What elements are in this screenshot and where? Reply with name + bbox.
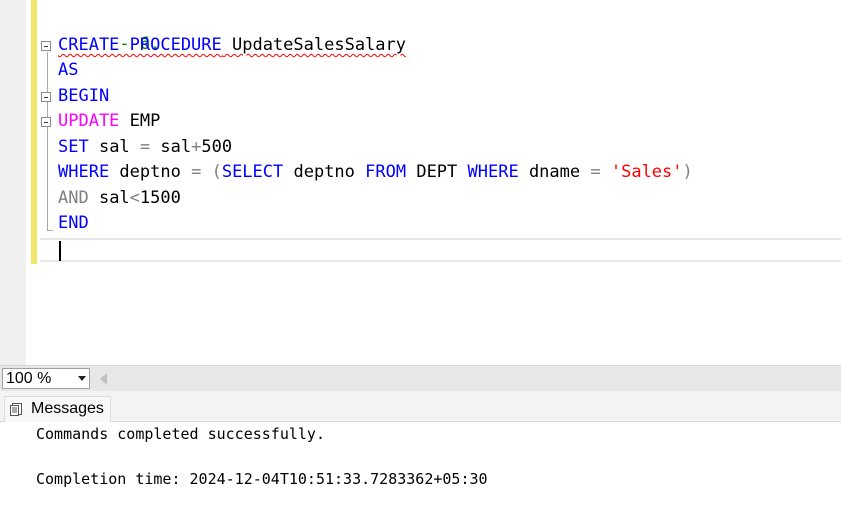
code-line-3[interactable]: AS <box>58 58 78 83</box>
code-text: 500 <box>201 137 233 157</box>
keyword-begin: BEGIN <box>58 86 110 106</box>
code-text: sal <box>88 137 140 157</box>
code-line-8[interactable]: AND sal<1500 <box>58 186 181 211</box>
code-line-7[interactable]: WHERE deptno = (SELECT deptno FROM DEPT … <box>58 160 693 185</box>
code-text: dname <box>518 162 591 182</box>
change-tracking-margin <box>31 0 37 264</box>
messages-icon <box>10 403 22 416</box>
code-line-9[interactable]: END <box>58 211 89 236</box>
table-name: EMP <box>119 111 161 131</box>
code-line-4[interactable]: BEGIN <box>58 84 109 109</box>
code-text: deptno <box>109 162 192 182</box>
code-line-6[interactable]: SET sal = sal+500 <box>58 135 232 160</box>
operator: = <box>590 162 601 182</box>
result-message: Commands completed successfully. <box>36 425 325 443</box>
tab-messages-label: Messages <box>31 400 104 417</box>
keyword-create-procedure: CREATE PROCEDURE <box>58 35 222 55</box>
code-text: sal <box>150 137 192 157</box>
results-pane: Messages Commands completed successfully… <box>0 391 841 525</box>
keyword-end: END <box>58 213 89 233</box>
scroll-left-arrow-icon[interactable] <box>100 373 107 385</box>
collapse-procedure-icon[interactable] <box>41 41 51 51</box>
keyword-select: SELECT <box>221 162 284 182</box>
code-text: sal <box>88 188 130 208</box>
procedure-name: UpdateSalesSalary <box>221 35 406 55</box>
code-line-2[interactable]: CREATE PROCEDURE UpdateSalesSalary <box>58 33 406 58</box>
outline-end-tick <box>47 230 53 231</box>
completion-time: Completion time: 2024-12-04T10:51:33.728… <box>36 470 488 488</box>
zoom-dropdown[interactable]: 100 % <box>2 368 90 389</box>
keyword-where: WHERE <box>58 162 110 182</box>
operator: < <box>129 188 140 208</box>
collapse-update-icon[interactable] <box>41 117 51 127</box>
ssms-window: --6. CREATE PROCEDURE UpdateSalesSalary … <box>0 0 841 525</box>
code-text: DEPT <box>406 162 468 182</box>
zoom-value: 100 % <box>6 370 52 387</box>
open-paren: ( <box>211 162 222 182</box>
code-line-5[interactable]: UPDATE EMP <box>58 109 160 134</box>
code-text: 1500 <box>139 188 181 208</box>
code-line-1[interactable]: --6. <box>58 7 160 54</box>
keyword-as: AS <box>58 60 79 80</box>
code-text: deptno <box>283 162 366 182</box>
string-literal: 'Sales' <box>610 162 683 182</box>
operator: + <box>191 137 202 157</box>
error-squiggle: CREATE PROCEDURE UpdateSalesSalary <box>58 35 406 55</box>
collapse-begin-icon[interactable] <box>41 92 51 102</box>
keyword-and: AND <box>58 188 89 208</box>
keyword-set: SET <box>58 137 89 157</box>
chevron-down-icon[interactable] <box>78 376 86 381</box>
operator: = <box>191 162 202 182</box>
outline-line <box>47 52 48 230</box>
keyword-where: WHERE <box>467 162 519 182</box>
zoom-bar: 100 % <box>0 365 841 391</box>
keyword-update: UPDATE <box>58 111 120 131</box>
results-tab-strip: Messages <box>0 391 841 422</box>
editor-gutter <box>0 0 26 365</box>
text-caret <box>59 241 61 261</box>
close-paren: ) <box>682 162 693 182</box>
keyword-from: FROM <box>365 162 407 182</box>
current-line-highlight <box>40 238 841 262</box>
tab-messages[interactable]: Messages <box>4 396 111 422</box>
query-editor[interactable]: --6. CREATE PROCEDURE UpdateSalesSalary … <box>0 0 841 365</box>
operator: = <box>139 137 151 157</box>
